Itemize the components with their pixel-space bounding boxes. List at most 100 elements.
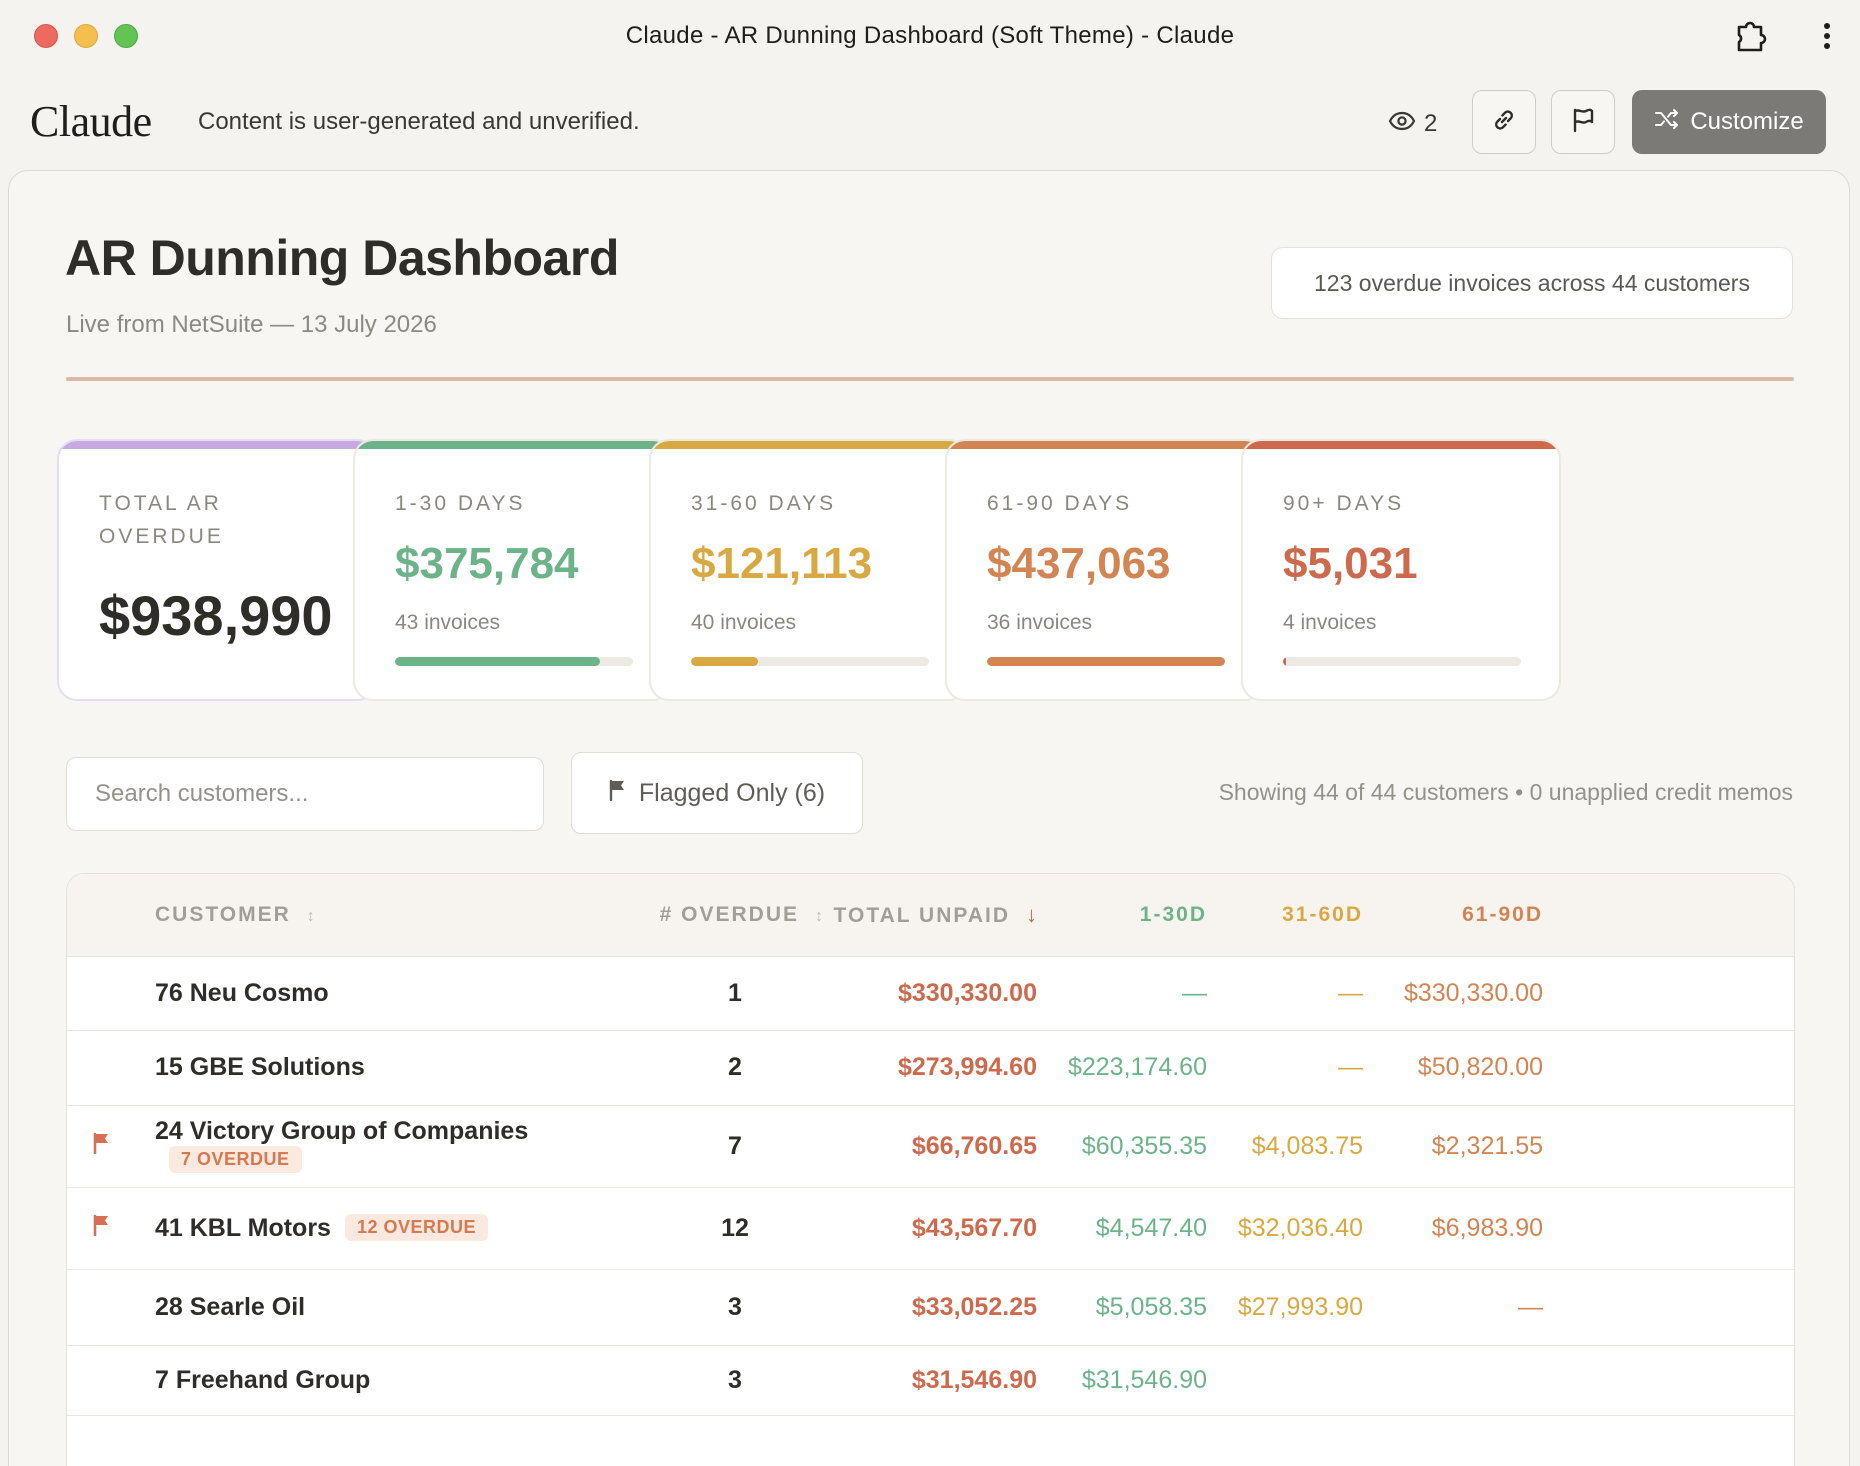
flag-icon bbox=[609, 779, 627, 808]
customer-column-header[interactable]: CUSTOMER ↕ bbox=[155, 874, 647, 957]
flag-icon[interactable] bbox=[93, 1214, 111, 1241]
table-row[interactable]: 15 GBE Solutions 2 $273,994.60 $223,174.60 —… bbox=[67, 1030, 1794, 1105]
total-unpaid-cell: $33,052.25 bbox=[911, 1292, 1037, 1321]
sort-icon[interactable]: ↕ bbox=[307, 908, 315, 925]
overflow-cell bbox=[1543, 1030, 1794, 1105]
results-count-text: Showing 44 of 44 customers • 0 unapplied… bbox=[1218, 779, 1793, 805]
total-ar-card: TOTAL AR OVERDUE $938,990 bbox=[57, 439, 377, 701]
bucket-61-90-cell: — bbox=[1518, 1292, 1543, 1321]
card-accent-bar bbox=[59, 441, 375, 449]
bucket-1-30-cell: $223,174.60 bbox=[1067, 1053, 1207, 1081]
card-progress-bar bbox=[987, 657, 1225, 666]
card-progress-bar bbox=[395, 657, 633, 666]
extension-puzzle-icon[interactable] bbox=[1730, 18, 1770, 54]
table-row[interactable]: 7 Freehand Group 3 $31,546.90 $31,546.90 bbox=[67, 1345, 1794, 1415]
flagged-only-label: Flagged Only (6) bbox=[638, 778, 826, 807]
table-row[interactable]: 76 Neu Cosmo 1 $330,330.00 — — $330,330.00 bbox=[67, 956, 1794, 1030]
overdue-count-cell: 7 bbox=[728, 1131, 742, 1160]
overdue-column-header[interactable]: # OVERDUE ↕ bbox=[647, 874, 823, 957]
total-unpaid-column-header[interactable]: TOTAL UNPAID ↓ bbox=[823, 874, 1037, 957]
customer-name-cell[interactable]: 15 GBE Solutions bbox=[155, 1030, 647, 1105]
bucket-31-60-cell: — bbox=[1338, 1053, 1363, 1081]
search-input[interactable] bbox=[66, 757, 544, 831]
more-options-icon[interactable] bbox=[1815, 18, 1839, 54]
customer-name[interactable]: 15 GBE Solutions bbox=[155, 1053, 365, 1081]
card-progress-fill bbox=[395, 657, 600, 666]
customer-name[interactable]: 24 Victory Group of Companies bbox=[155, 1117, 528, 1145]
overflow-column bbox=[1543, 874, 1794, 957]
table-row[interactable]: 28 Searle Oil 3 $33,052.25 $5,058.35 $27,993… bbox=[67, 1269, 1794, 1345]
card-label: 1-30 DAYS bbox=[395, 492, 526, 515]
customer-name[interactable]: 28 Searle Oil bbox=[155, 1293, 305, 1321]
artifact-panel: AR Dunning Dashboard Live from NetSuite … bbox=[8, 170, 1850, 1466]
brand-logo[interactable]: Claude bbox=[30, 96, 152, 147]
flag-cell[interactable] bbox=[67, 1030, 155, 1105]
flag-cell[interactable] bbox=[67, 1105, 155, 1187]
card-invoice-count: 40 invoices bbox=[691, 611, 797, 634]
bucket-card-90-plus[interactable]: 90+ DAYS $5,031 4 invoices bbox=[1241, 439, 1561, 701]
view-count: 2 bbox=[1424, 110, 1438, 137]
bucket-1-30-column-header[interactable]: 1-30D bbox=[1037, 874, 1207, 957]
bucket-1-30-cell: $5,058.35 bbox=[1095, 1292, 1207, 1321]
customer-name-cell[interactable]: 24 Victory Group of Companies7 OVERDUE bbox=[155, 1105, 647, 1187]
bucket-card-61-90[interactable]: 61-90 DAYS $437,063 36 invoices bbox=[945, 439, 1265, 701]
bucket-card-1-30[interactable]: 1-30 DAYS $375,784 43 invoices bbox=[353, 439, 673, 701]
bucket-31-60-cell bbox=[1207, 1345, 1363, 1415]
report-flag-button[interactable] bbox=[1551, 90, 1615, 154]
customize-label: Customize bbox=[1690, 108, 1804, 135]
eye-icon bbox=[1388, 110, 1416, 138]
overflow-cell bbox=[1543, 1269, 1794, 1345]
bucket-61-90-column-header[interactable]: 61-90D bbox=[1363, 874, 1543, 957]
card-progress-fill bbox=[987, 657, 1225, 666]
total-unpaid-cell: $31,546.90 bbox=[911, 1365, 1037, 1394]
bucket-31-60-cell: — bbox=[1338, 978, 1363, 1007]
overdue-count-cell: 12 bbox=[721, 1213, 749, 1242]
customer-name[interactable]: 7 Freehand Group bbox=[155, 1366, 370, 1394]
sort-desc-icon[interactable]: ↓ bbox=[1026, 902, 1037, 927]
total-unpaid-cell: $43,567.70 bbox=[911, 1213, 1037, 1242]
bucket-31-60-column-header[interactable]: 31-60D bbox=[1207, 874, 1363, 957]
overdue-header-label: # OVERDUE bbox=[659, 902, 799, 926]
customer-name[interactable]: 41 KBL Motors bbox=[155, 1214, 331, 1242]
table-row[interactable]: 24 Victory Group of Companies7 OVERDUE 7 $… bbox=[67, 1105, 1794, 1187]
bucket-card-31-60[interactable]: 31-60 DAYS $121,113 40 invoices bbox=[649, 439, 969, 701]
sort-icon[interactable]: ↕ bbox=[815, 908, 823, 925]
card-value: $437,063 bbox=[987, 539, 1171, 588]
flagged-only-toggle[interactable]: Flagged Only (6) bbox=[571, 752, 863, 834]
total-unpaid-cell: $66,760.65 bbox=[911, 1131, 1037, 1160]
overdue-count-cell: 3 bbox=[728, 1292, 742, 1321]
bucket-1-30-cell: $60,355.35 bbox=[1081, 1131, 1207, 1160]
flag-cell[interactable] bbox=[67, 1269, 155, 1345]
customer-name[interactable]: 76 Neu Cosmo bbox=[155, 979, 329, 1007]
overdue-count-cell: 2 bbox=[728, 1053, 742, 1081]
customize-button[interactable]: Customize bbox=[1632, 90, 1826, 154]
card-invoice-count: 43 invoices bbox=[395, 611, 501, 634]
customer-name-cell[interactable]: 41 KBL Motors 12 OVERDUE bbox=[155, 1187, 647, 1269]
bucket-61-90-cell: $330,330.00 bbox=[1403, 978, 1543, 1007]
flag-icon[interactable] bbox=[93, 1132, 111, 1159]
copy-link-button[interactable] bbox=[1472, 90, 1536, 154]
bucket-61-90-cell: $6,983.90 bbox=[1431, 1213, 1543, 1242]
view-counter: 2 bbox=[1388, 110, 1437, 138]
customer-name-cell[interactable]: 28 Searle Oil bbox=[155, 1269, 647, 1345]
overflow-cell bbox=[1543, 1187, 1794, 1269]
content-disclaimer: Content is user-generated and unverified… bbox=[198, 108, 640, 135]
flag-cell[interactable] bbox=[67, 1187, 155, 1269]
card-label: 90+ DAYS bbox=[1283, 492, 1405, 515]
total-unpaid-cell: $330,330.00 bbox=[897, 978, 1037, 1007]
app-header: Claude Content is user-generated and unv… bbox=[0, 72, 1860, 172]
card-accent-bar bbox=[947, 441, 1263, 449]
table-row[interactable]: 41 KBL Motors 12 OVERDUE 12 $43,567.70 $4,54… bbox=[67, 1187, 1794, 1269]
card-value: $938,990 bbox=[99, 584, 333, 647]
bucket-1-30-cell: $4,547.40 bbox=[1095, 1213, 1207, 1242]
flag-cell[interactable] bbox=[67, 1345, 155, 1415]
overdue-summary-badge: 123 overdue invoices across 44 customers bbox=[1271, 247, 1793, 319]
customer-name-cell[interactable]: 76 Neu Cosmo bbox=[155, 956, 647, 1030]
overdue-count-badge: 12 OVERDUE bbox=[344, 1213, 488, 1241]
customer-header-label: CUSTOMER bbox=[155, 902, 291, 926]
card-accent-bar bbox=[355, 441, 671, 449]
customer-name-cell[interactable]: 7 Freehand Group bbox=[155, 1345, 647, 1415]
card-progress-bar bbox=[691, 657, 929, 666]
flag-cell[interactable] bbox=[67, 956, 155, 1030]
card-progress-bar bbox=[1283, 657, 1521, 666]
